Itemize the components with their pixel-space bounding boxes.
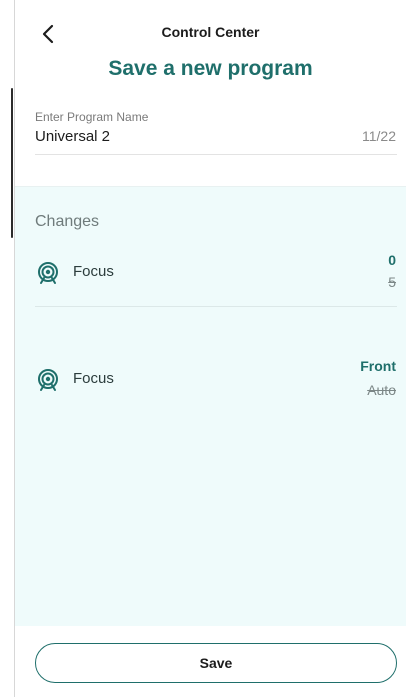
focus-icon [38,262,58,284]
program-name-input[interactable]: Universal 2 [35,128,110,145]
scroll-indicator [11,88,13,238]
nav-title: Control Center [161,24,260,40]
change-label: Focus [73,370,114,387]
change-old-value: Auto [367,382,396,398]
change-label: Focus [73,263,114,280]
program-name-underline [35,154,397,155]
header: Control Center Save a new program [15,0,406,92]
focus-icon [38,369,58,391]
change-old-value: 5 [388,274,396,290]
program-name-label: Enter Program Name [35,110,149,124]
change-row-divider [35,306,397,307]
change-row-focus-distance: Focus 0 5 [15,252,406,312]
save-program-screen: Control Center Save a new program Enter … [15,0,406,697]
change-row-focus-mode: Focus Front Auto [15,358,406,418]
save-button[interactable]: Save [35,643,397,683]
change-new-value: 0 [388,252,396,268]
changes-heading: Changes [35,213,100,230]
change-new-value: Front [360,358,396,374]
character-counter: 11/22 [362,128,396,144]
page-title: Save a new program [108,57,313,80]
